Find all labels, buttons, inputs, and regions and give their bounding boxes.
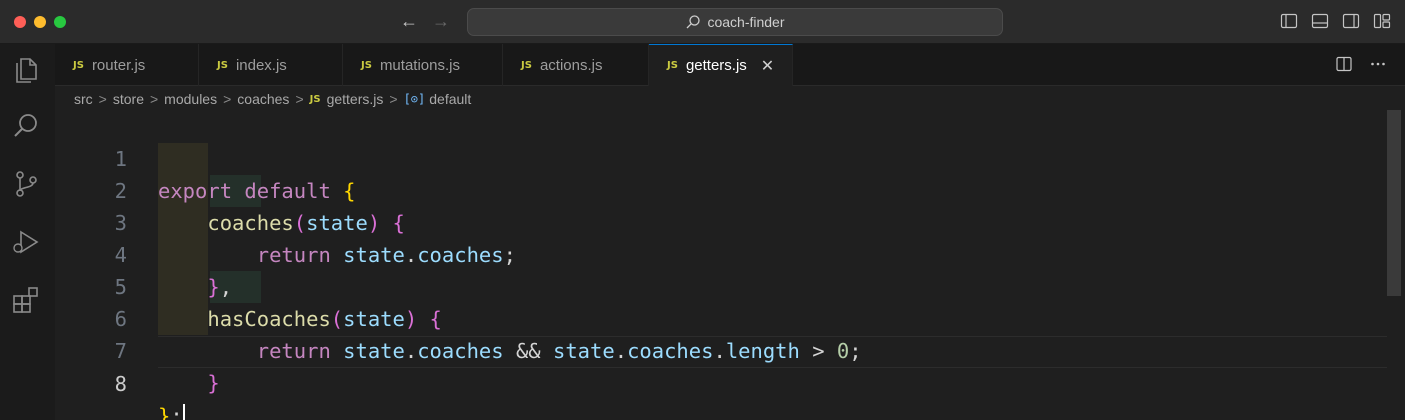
line-number: 8 <box>114 372 127 396</box>
tab-actions-js[interactable]: JS actions.js <box>503 44 649 86</box>
punctuation: ; <box>170 404 183 420</box>
window-title: coach-finder <box>707 14 785 30</box>
split-editor-icon[interactable] <box>1335 55 1353 73</box>
breadcrumb-item[interactable]: modules <box>164 91 217 107</box>
js-file-icon: JS <box>667 60 678 71</box>
extensions-icon[interactable] <box>10 284 42 316</box>
symbol-variable-icon: [⊙] <box>403 92 426 106</box>
zoom-window-button[interactable] <box>54 16 66 28</box>
chevron-right-icon: > <box>98 91 107 107</box>
breadcrumb-file[interactable]: getters.js <box>327 91 384 107</box>
code-line[interactable]: 1 export default { <box>55 111 1387 203</box>
code-line[interactable]: 5 hasCoaches(state) { <box>55 239 1387 331</box>
breadcrumb-item[interactable]: store <box>113 91 144 107</box>
text-cursor <box>182 404 185 420</box>
tab-label: mutations.js <box>379 56 460 74</box>
breadcrumb-item[interactable]: src <box>74 91 93 107</box>
back-arrow-icon[interactable]: ← <box>398 9 420 33</box>
editor-tab-bar: JS router.js JS index.js JS mutations.js… <box>55 44 1405 86</box>
code-line[interactable]: 6 return state.coaches && state.coaches.… <box>55 271 1387 363</box>
tab-label: getters.js <box>685 57 747 74</box>
bracket: } <box>207 371 220 395</box>
breadcrumb-symbol[interactable]: default <box>429 91 471 107</box>
activity-bar <box>0 44 55 420</box>
chevron-right-icon: > <box>149 91 159 107</box>
search-icon <box>687 15 701 29</box>
toggle-primary-sidebar-icon[interactable] <box>1280 12 1298 30</box>
search-icon[interactable] <box>10 110 42 142</box>
tab-mutations-js[interactable]: JS mutations.js <box>343 44 503 86</box>
forward-arrow-icon[interactable]: → <box>430 9 452 33</box>
code-line[interactable]: 2 coaches(state) { <box>55 143 1387 235</box>
js-file-icon: JS <box>217 59 228 71</box>
tab-router-js[interactable]: JS router.js <box>55 44 199 86</box>
chevron-right-icon: > <box>223 91 232 107</box>
tab-label: router.js <box>91 56 146 74</box>
js-file-icon: JS <box>309 93 321 105</box>
tab-getters-js[interactable]: JS getters.js ✕ <box>649 44 793 86</box>
code-line[interactable]: 8 }; <box>55 336 1387 420</box>
code-line[interactable]: 4 }, <box>55 207 1387 299</box>
breadcrumb: src > store > modules > coaches > JS get… <box>74 89 471 109</box>
toggle-secondary-sidebar-icon[interactable] <box>1342 12 1360 30</box>
js-file-icon: JS <box>73 59 84 71</box>
close-tab-icon[interactable]: ✕ <box>761 56 774 76</box>
minimize-window-button[interactable] <box>34 16 46 28</box>
code-editor[interactable]: 1 export default { 2 coaches(state) { 3 … <box>55 110 1387 420</box>
run-and-debug-icon[interactable] <box>10 226 42 258</box>
js-file-icon: JS <box>361 59 372 71</box>
bracket: } <box>158 404 171 420</box>
breadcrumb-item[interactable]: coaches <box>237 91 289 107</box>
title-bar: ← → coach-finder <box>0 0 1405 44</box>
more-actions-icon[interactable] <box>1369 55 1387 73</box>
chevron-right-icon: > <box>295 91 304 107</box>
js-file-icon: JS <box>521 59 532 71</box>
toggle-panel-icon[interactable] <box>1311 12 1329 30</box>
source-control-icon[interactable] <box>10 168 42 200</box>
explorer-icon[interactable] <box>10 54 42 86</box>
vertical-scrollbar[interactable] <box>1387 110 1401 296</box>
tab-label: actions.js <box>539 56 603 74</box>
tab-index-js[interactable]: JS index.js <box>199 44 343 86</box>
command-center-search[interactable]: coach-finder <box>467 8 1003 36</box>
customize-layout-icon[interactable] <box>1373 12 1391 30</box>
code-line[interactable]: 3 return state.coaches; <box>55 175 1387 267</box>
code-line[interactable]: 7 } <box>55 303 1387 395</box>
close-window-button[interactable] <box>14 16 26 28</box>
chevron-right-icon: > <box>389 91 398 107</box>
tab-label: index.js <box>235 56 287 74</box>
